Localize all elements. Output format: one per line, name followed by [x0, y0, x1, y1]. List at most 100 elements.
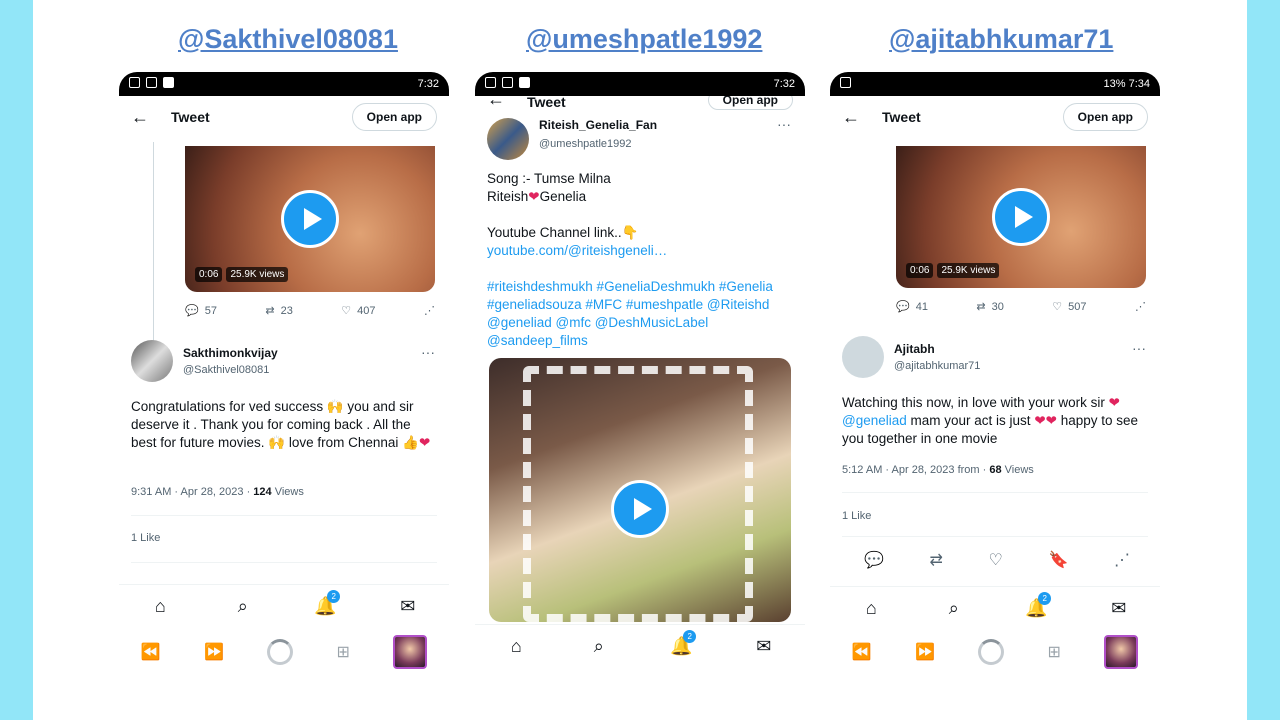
avatar[interactable] [842, 336, 884, 378]
page-title: Tweet [882, 109, 921, 125]
back-arrow-icon[interactable]: ← [487, 96, 527, 110]
back-arrow-icon[interactable]: ← [131, 107, 171, 128]
notification-icon [163, 77, 174, 88]
play-icon[interactable] [992, 188, 1050, 246]
like-count[interactable]: 1 Like [131, 532, 160, 544]
reply-button[interactable]: 💬 41 [896, 300, 928, 314]
tabs-icon[interactable]: ⊞ [1048, 642, 1061, 662]
search-icon[interactable]: ⌕ [584, 636, 614, 657]
notifications-icon[interactable]: 🔔 2 [1021, 592, 1052, 619]
retweet-icon[interactable]: ⇄ [930, 550, 943, 570]
open-app-button[interactable]: Open app [707, 96, 793, 110]
open-app-button[interactable]: Open app [351, 103, 437, 131]
like-button[interactable]: ♡ 407 [341, 304, 375, 318]
browser-bar: ⏪ ⏩ ⊞ [830, 628, 1160, 676]
notification-badge: 2 [1038, 592, 1052, 605]
user-handle[interactable]: @Sakthivel08081 [183, 364, 278, 376]
share-button[interactable]: ⋰ [424, 304, 435, 317]
thread-line [153, 142, 154, 342]
like-count[interactable]: 1 Like [842, 510, 871, 522]
bookmark-icon[interactable]: 🔖 [1048, 550, 1068, 570]
profile-thumbnail[interactable] [393, 635, 428, 669]
home-icon[interactable]: ⌂ [501, 636, 531, 657]
play-icon[interactable] [611, 480, 669, 538]
share-icon[interactable]: ⋰ [1114, 550, 1130, 570]
handle-link-2[interactable]: @umeshpatle1992 [526, 24, 762, 55]
bottom-nav: ⌂ ⌕ 🔔 2 ✉ [475, 624, 805, 668]
status-time: 7:32 [773, 78, 795, 90]
notification-icon [485, 77, 496, 88]
bottom-nav: ⌂ ⌕ 🔔 2 ✉ [119, 584, 449, 628]
avatar[interactable] [487, 118, 529, 160]
retweet-button[interactable]: ⇄ 30 [976, 300, 1003, 314]
mention-link[interactable]: @geneliad [842, 413, 907, 428]
heart-icon[interactable]: ♡ [989, 550, 1003, 570]
search-icon[interactable]: ⌕ [228, 596, 258, 617]
retweet-icon: ⇄ [976, 301, 986, 313]
hashtags[interactable]: #riteishdeshmukh #GeneliaDeshmukh #Genel… [487, 278, 793, 350]
share-button[interactable]: ⋰ [1135, 300, 1146, 313]
handle-link-3[interactable]: @ajitabhkumar71 [889, 24, 1113, 55]
messages-icon[interactable]: ✉ [393, 596, 423, 617]
play-icon[interactable] [281, 190, 339, 248]
tabs-icon[interactable]: ⊞ [337, 642, 350, 662]
fast-forward-icon[interactable]: ⏩ [204, 642, 224, 662]
user-name[interactable]: Sakthimonkvijay [183, 346, 278, 360]
messages-icon[interactable]: ✉ [1104, 598, 1134, 619]
youtube-link[interactable]: youtube.com/@riteishgeneli… [487, 242, 793, 260]
avatar[interactable] [131, 340, 173, 382]
video-player[interactable]: 0:06 25.9K views [896, 146, 1146, 288]
back-arrow-icon[interactable]: ← [842, 107, 882, 128]
share-icon: ⋰ [1134, 301, 1146, 313]
status-bar: 13% 7:34 [830, 72, 1160, 96]
reply-icon[interactable]: 💬 [864, 550, 884, 570]
tweet-actions: 💬 41 ⇄ 30 ♡ 507 ⋰ [896, 300, 1146, 314]
home-icon[interactable]: ⌂ [145, 596, 175, 617]
rewind-icon[interactable]: ⏪ [141, 642, 161, 662]
tweet-meta: 5:12 AM · Apr 28, 2023 from · 68 Views [842, 464, 1034, 476]
video-player[interactable] [489, 358, 791, 622]
tweet-actions: 💬 57 ⇄ 23 ♡ 407 ⋰ [185, 304, 435, 318]
top-bar: ← Tweet Open app [119, 96, 449, 138]
user-name[interactable]: Ajitabh [894, 342, 980, 356]
home-icon[interactable]: ⌂ [856, 598, 886, 619]
heart-icon: ♡ [341, 305, 352, 317]
search-icon[interactable]: ⌕ [939, 598, 969, 619]
notification-icon [146, 77, 157, 88]
tweet-text: Song :- Tumse Milna Riteish❤Genelia Yout… [487, 170, 793, 350]
retweet-button[interactable]: ⇄ 23 [265, 304, 292, 318]
divider [131, 562, 437, 563]
more-options-icon[interactable]: ··· [421, 344, 435, 360]
video-duration: 0:06 [195, 267, 223, 282]
user-handle[interactable]: @umeshpatle1992 [539, 138, 657, 150]
profile-thumbnail[interactable] [1104, 635, 1139, 669]
rewind-icon[interactable]: ⏪ [852, 642, 872, 662]
notifications-icon[interactable]: 🔔 2 [666, 630, 697, 657]
notification-icon [502, 77, 513, 88]
notifications-icon[interactable]: 🔔 2 [310, 590, 341, 617]
heart-emoji-icon: ❤ [1108, 395, 1120, 410]
reply-actions: 💬 ⇄ ♡ 🔖 ⋰ [864, 550, 1130, 570]
reply-button[interactable]: 💬 57 [185, 304, 217, 318]
video-duration: 0:06 [906, 263, 934, 278]
handle-link-1[interactable]: @Sakthivel08081 [178, 24, 398, 55]
like-button[interactable]: ♡ 507 [1052, 300, 1086, 314]
open-app-button[interactable]: Open app [1062, 103, 1148, 131]
more-options-icon[interactable]: ··· [1132, 340, 1146, 356]
user-name[interactable]: Riteish_Genelia_Fan [539, 118, 657, 132]
video-player[interactable]: 0:06 25.9K views [185, 146, 435, 292]
top-bar: ← Tweet Open app [830, 96, 1160, 138]
messages-icon[interactable]: ✉ [749, 636, 779, 657]
reply-icon: 💬 [896, 301, 910, 313]
loading-spinner-icon [978, 639, 1005, 665]
notification-icon [840, 77, 851, 88]
more-options-icon[interactable]: ··· [777, 116, 791, 132]
reply-icon: 💬 [185, 305, 199, 317]
fast-forward-icon[interactable]: ⏩ [915, 642, 935, 662]
page-title: Tweet [527, 96, 566, 110]
notification-icon [129, 77, 140, 88]
divider [131, 515, 437, 516]
video-views: 25.9K views [937, 263, 1000, 278]
user-handle[interactable]: @ajitabhkumar71 [894, 360, 980, 372]
bottom-nav: ⌂ ⌕ 🔔 2 ✉ [830, 586, 1160, 630]
